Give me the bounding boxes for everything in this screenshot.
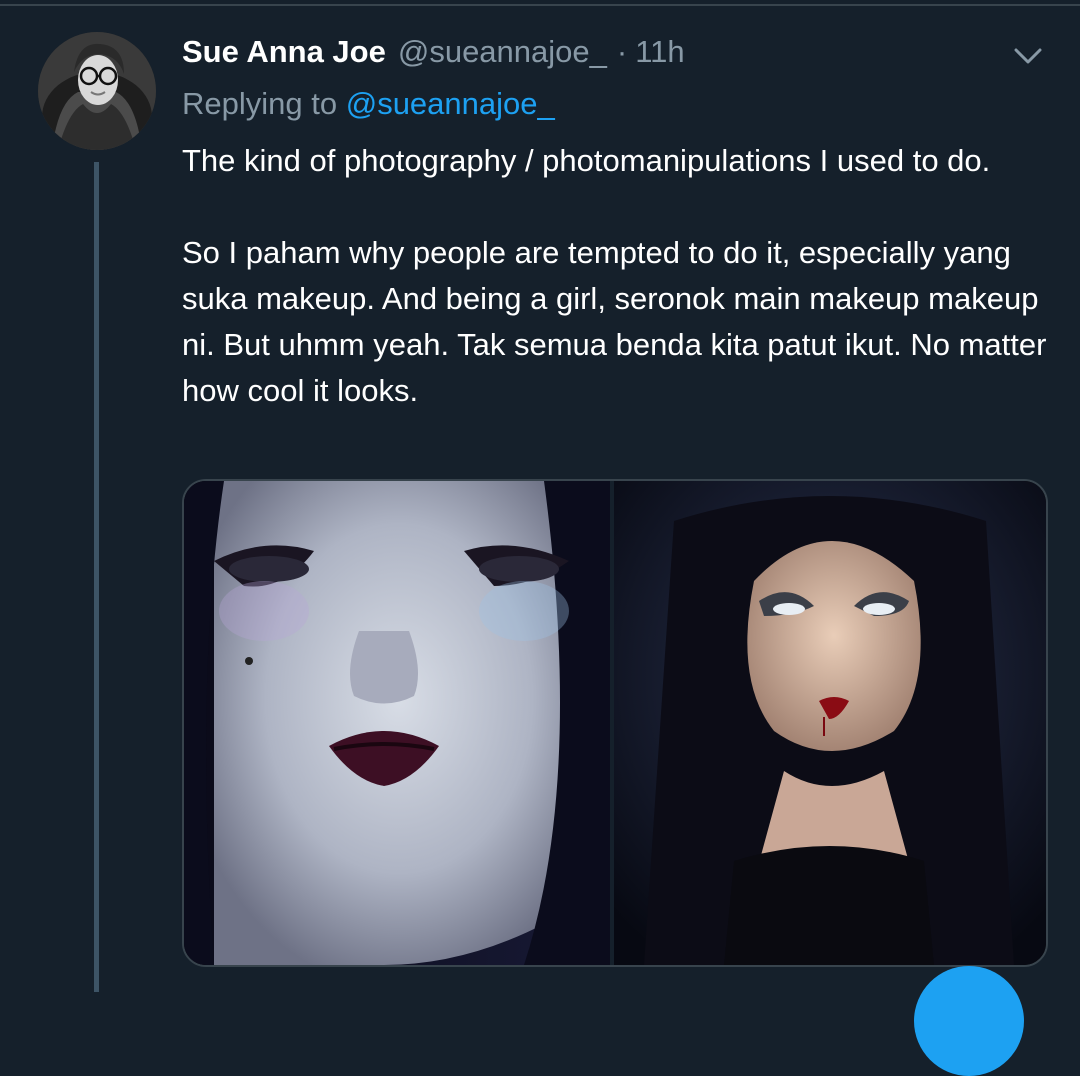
tweet-timestamp[interactable]: 11h — [635, 34, 684, 70]
tweet-header: Sue Anna Joe @sueannajoe_ · 11h — [182, 34, 685, 74]
replying-to-label: Replying to — [182, 86, 338, 121]
top-divider — [0, 0, 1080, 6]
author-handle[interactable]: @sueannajoe_ — [398, 34, 607, 70]
separator-dot: · — [616, 34, 628, 69]
compose-fab[interactable] — [914, 966, 1024, 1076]
avatar[interactable] — [38, 32, 156, 150]
tweet-paragraph: The kind of photography / photomanipulat… — [182, 143, 991, 178]
author-name[interactable]: Sue Anna Joe — [182, 34, 386, 70]
avatar-photo — [38, 32, 156, 150]
replying-to-mention[interactable]: @sueannajoe_ — [346, 86, 555, 121]
replying-to-line: Replying to @sueannajoe_ — [182, 86, 555, 122]
tweet-text: The kind of photography / photomanipulat… — [182, 138, 1062, 414]
chevron-down-icon[interactable] — [1008, 40, 1048, 72]
tweet-paragraph: So I paham why people are tempted to do … — [182, 235, 1047, 408]
thread-connector-line — [94, 162, 99, 992]
media-photo-right[interactable] — [614, 481, 1046, 965]
media-photo-left[interactable] — [184, 481, 610, 965]
media-grid — [182, 479, 1048, 967]
